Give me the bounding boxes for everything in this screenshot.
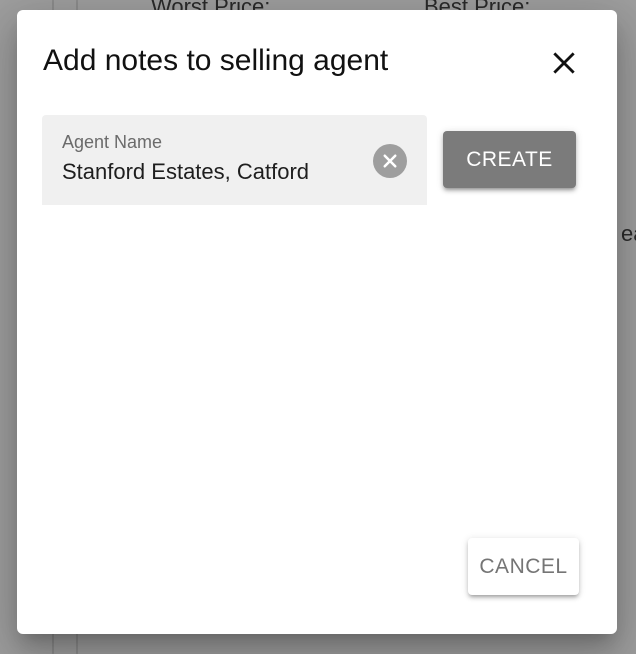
close-button[interactable] [547,46,581,80]
background-edge-text: ea [621,221,636,246]
cancel-button[interactable]: CANCEL [468,538,579,595]
agent-name-label: Agent Name [62,132,163,152]
agent-name-input[interactable]: Stanford Estates, Catford [62,159,309,185]
create-button[interactable]: CREATE [443,131,576,188]
clear-circle-icon[interactable] [381,152,399,170]
dialog-title: Add notes to selling agent [43,44,389,77]
agent-name-field[interactable]: Agent Name Stanford Estates, Catford [42,115,427,205]
add-notes-dialog: Add notes to selling agent Agent Name St… [17,10,617,634]
close-icon[interactable] [551,50,577,76]
clear-agent-button[interactable] [373,144,407,178]
